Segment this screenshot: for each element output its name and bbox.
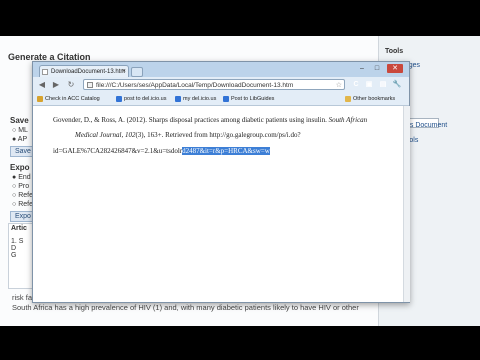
export-option-refman[interactable]: ○ Refe — [12, 201, 33, 208]
citation-line-3: id=GALE%7CA282426847&v=2.1&u=tsdolrd2487… — [53, 147, 270, 155]
save-option-apa[interactable]: ● AP — [12, 136, 27, 143]
page-content: Govender, D., & Ross, A. (2012). Sharps … — [33, 106, 403, 302]
article-box: Artic 1. S D G — [8, 223, 34, 289]
evernote-icon[interactable]: C — [351, 80, 361, 90]
close-window-icon[interactable]: ✕ — [387, 64, 403, 73]
article-box-item: G — [11, 252, 17, 259]
file-icon — [87, 82, 93, 88]
export-option-procite[interactable]: ○ Pro — [12, 183, 29, 190]
bookmark-ext-icon[interactable]: ▣ — [364, 80, 374, 90]
maximize-icon[interactable]: □ — [371, 64, 383, 73]
citation-line-1: Govender, D., & Ross, A. (2012). Sharps … — [53, 116, 368, 124]
save-option-mla[interactable]: ○ ML — [12, 127, 28, 134]
article-box-item[interactable]: 1. S — [11, 238, 31, 245]
article-box-title: Artic — [11, 225, 27, 232]
bookmark-acc-catalog[interactable]: Check in ACC Catalog — [37, 94, 100, 104]
bookmark-star-icon[interactable]: ☆ — [336, 80, 342, 89]
libguides-icon — [223, 96, 229, 102]
browser-window: DownloadDocument-13.htm × – □ ✕ ◀ ▶ ↻ fi… — [32, 61, 410, 303]
delicious-icon — [175, 96, 181, 102]
export-section-label: Expo — [10, 163, 30, 172]
reload-icon[interactable]: ↻ — [66, 80, 76, 90]
navigation-toolbar: ◀ ▶ ↻ file:///C:/Users/ses/AppData/Local… — [33, 77, 409, 93]
save-section-label: Save — [10, 116, 29, 125]
new-tab-button[interactable] — [131, 67, 143, 77]
bookmarks-bar: Check in ACC Catalog post to del.icio.us… — [33, 93, 409, 106]
minimize-icon[interactable]: – — [356, 64, 368, 73]
tab-download-document[interactable]: DownloadDocument-13.htm × — [39, 65, 129, 77]
export-option-endnote[interactable]: ● End — [12, 174, 31, 181]
citation-line-2: Medical Journal, 102(3), 163+. Retrieved… — [75, 131, 301, 139]
bookmark-my-delicious[interactable]: my del.icio.us — [175, 94, 216, 104]
bookmark-libguides[interactable]: Post to LibGuides — [223, 94, 274, 104]
article-text-line: risk fa — [12, 293, 33, 302]
address-bar[interactable]: file:///C:/Users/ses/AppData/Local/Temp/… — [83, 79, 345, 90]
tools-panel-title: Tools — [385, 48, 404, 55]
bookmark-post-delicious[interactable]: post to del.icio.us — [116, 94, 167, 104]
screen: Generate a Citation Save ○ ML ● AP Save … — [0, 36, 480, 326]
back-arrow-icon[interactable]: ◀ — [37, 80, 47, 90]
delicious-icon — [116, 96, 122, 102]
bookmark-icon — [37, 96, 43, 102]
article-box-item: D — [11, 245, 17, 252]
article-text-line: South Africa has a high prevalence of HI… — [12, 303, 359, 312]
export-option-refworks[interactable]: ○ Refe — [12, 192, 33, 199]
close-tab-icon[interactable]: × — [122, 66, 126, 77]
address-bar-url: file:///C:/Users/ses/AppData/Local/Temp/… — [96, 82, 294, 89]
wrench-icon[interactable]: 🔧 — [392, 80, 402, 90]
vertical-scrollbar[interactable] — [403, 106, 410, 302]
tab-strip: DownloadDocument-13.htm × – □ ✕ — [33, 62, 409, 77]
selected-text[interactable]: d2487&it=r&p=HRCA&sw=w — [182, 147, 270, 155]
tab-title: DownloadDocument-13.htm — [51, 69, 126, 75]
page-icon — [42, 69, 48, 75]
page-menu-icon[interactable]: ▤ — [378, 80, 388, 90]
other-bookmarks[interactable]: Other bookmarks — [345, 94, 395, 104]
folder-icon — [345, 96, 351, 102]
forward-arrow-icon[interactable]: ▶ — [51, 80, 61, 90]
